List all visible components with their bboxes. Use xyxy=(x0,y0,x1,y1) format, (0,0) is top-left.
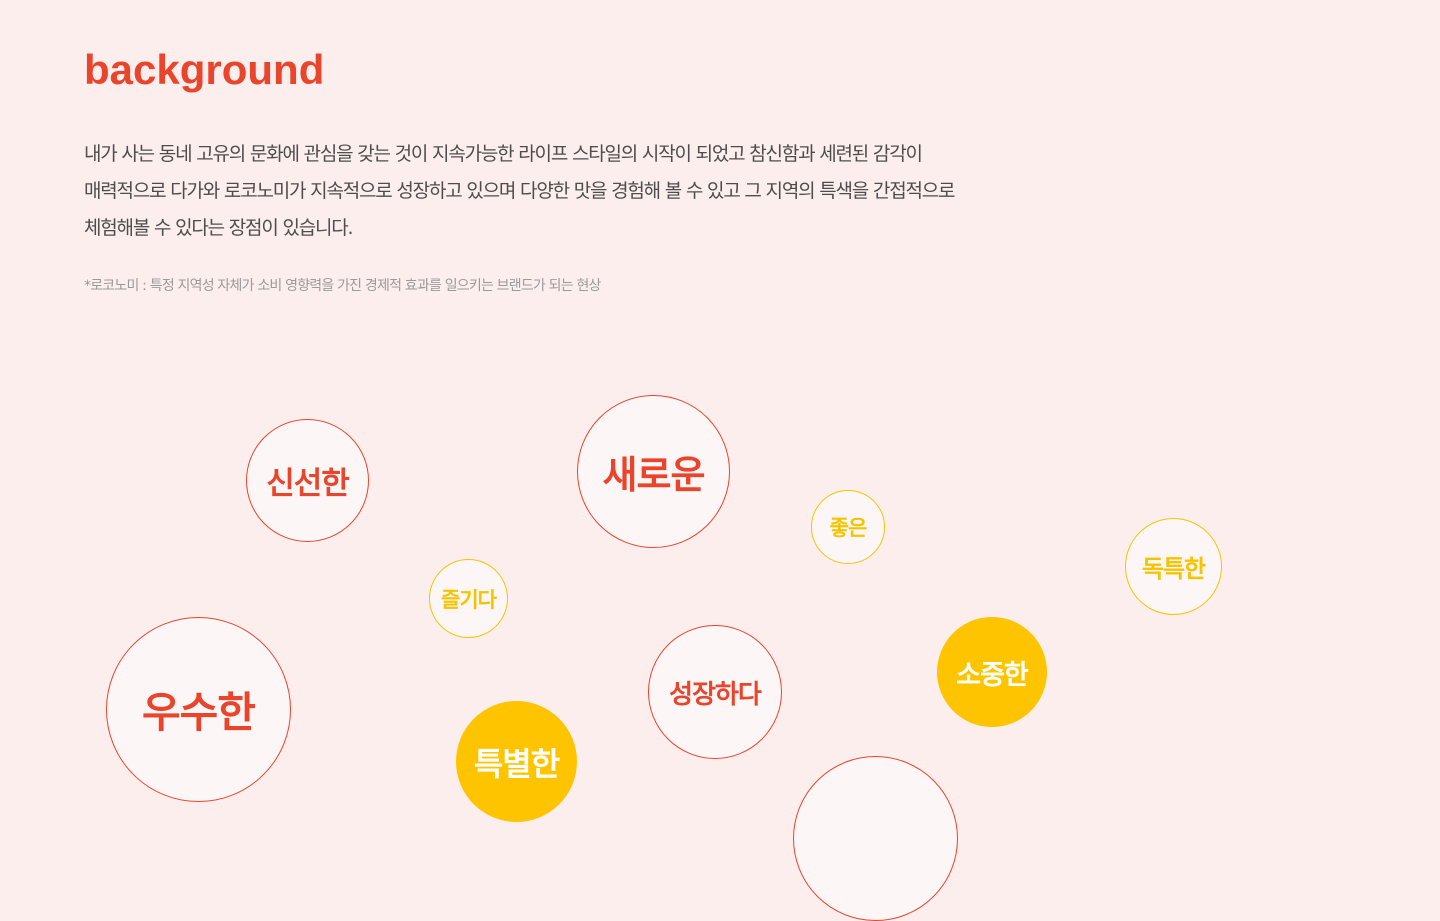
footnote: *로코노미 : 특정 지역성 자체가 소비 영향력을 가진 경제적 효과를 일으… xyxy=(84,278,601,294)
keyword-bubble-precious: 소중한 xyxy=(937,617,1047,727)
keyword-bubble-excellent: 우수한 xyxy=(106,617,291,802)
keyword-bubble-fresh: 신선한 xyxy=(246,419,369,542)
keyword-label: 우수한 xyxy=(142,688,256,737)
intro-line: 매력적으로 다가와 로코노미가 지속적으로 성장하고 있으며 다양한 맛을 경험… xyxy=(84,180,956,202)
keyword-bubble-special: 특별한 xyxy=(456,701,577,822)
keyword-bubble-new: 새로운 xyxy=(577,395,730,548)
keyword-label: 성장하다 xyxy=(669,679,762,710)
intro-paragraph: 내가 사는 동네 고유의 문화에 관심을 갖는 것이 지속가능한 라이프 스타일… xyxy=(84,136,1164,247)
keyword-bubble-grow: 성장하다 xyxy=(648,625,782,759)
keyword-bubble-partial xyxy=(793,756,958,921)
keyword-bubble-good: 좋은 xyxy=(811,490,885,564)
keyword-label: 신선한 xyxy=(266,466,350,502)
keyword-label: 특별한 xyxy=(473,745,560,783)
keyword-bubbles: 신선한 새로운 좋은 독특한 즐기다 우수한 성장하다 소중한 특별한 xyxy=(0,0,1440,921)
keyword-bubble-enjoy: 즐기다 xyxy=(429,559,508,638)
intro-line: 체험해볼 수 있다는 장점이 있습니다. xyxy=(84,217,354,239)
keyword-label: 소중한 xyxy=(956,659,1029,691)
keyword-label: 즐기다 xyxy=(441,587,497,612)
intro-line: 내가 사는 동네 고유의 문화에 관심을 갖는 것이 지속가능한 라이프 스타일… xyxy=(84,143,923,165)
keyword-label: 좋은 xyxy=(829,516,868,540)
section-title: background xyxy=(84,46,325,93)
keyword-label: 독특한 xyxy=(1141,555,1206,583)
keyword-bubble-unique: 독특한 xyxy=(1125,518,1222,615)
keyword-label: 새로운 xyxy=(602,453,706,497)
